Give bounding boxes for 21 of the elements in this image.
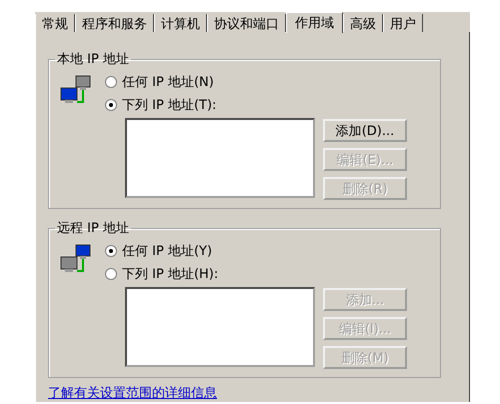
address-list[interactable] bbox=[125, 118, 315, 198]
radio-button[interactable] bbox=[105, 76, 117, 88]
tab[interactable]: 用户 bbox=[383, 14, 423, 32]
group-title: 远程 IP 地址 bbox=[56, 220, 130, 237]
radio-button[interactable] bbox=[105, 244, 117, 256]
tab[interactable]: 程序和服务 bbox=[75, 14, 154, 32]
list-button[interactable]: 添加(D)... bbox=[323, 119, 407, 142]
tab[interactable]: 计算机 bbox=[154, 14, 207, 32]
address-list[interactable] bbox=[125, 287, 315, 367]
help-link[interactable]: 了解有关设置范围的详细信息 bbox=[48, 384, 441, 402]
radio-label[interactable]: 下列 IP 地址(T): bbox=[122, 96, 216, 114]
tab[interactable]: 协议和端口 bbox=[207, 14, 286, 32]
radio-label[interactable]: 任何 IP 地址(Y) bbox=[122, 242, 212, 260]
group-title: 本地 IP 地址 bbox=[56, 51, 130, 68]
tab[interactable]: 高级 bbox=[343, 14, 383, 32]
tab[interactable]: 作用域 bbox=[286, 12, 343, 33]
radio-label[interactable]: 下列 IP 地址(H): bbox=[122, 264, 218, 282]
radio-label[interactable]: 任何 IP 地址(N) bbox=[122, 72, 214, 90]
tab[interactable]: 常规 bbox=[35, 14, 75, 32]
radio-button[interactable] bbox=[105, 268, 117, 280]
radio-button[interactable] bbox=[105, 98, 117, 110]
